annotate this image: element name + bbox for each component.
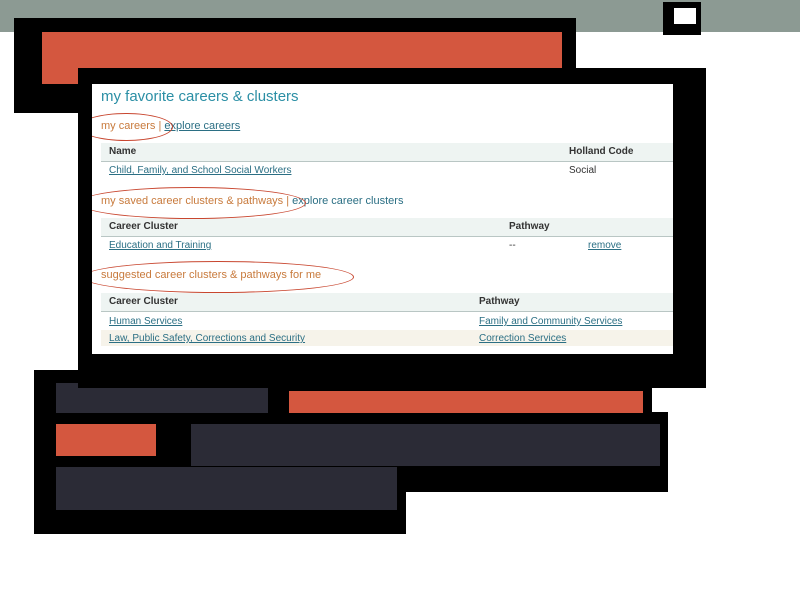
explore-clusters-link[interactable]: explore career clusters — [292, 195, 403, 207]
caption-block — [191, 424, 660, 466]
cluster-link[interactable]: Law, Public Safety, Corrections and Secu… — [109, 333, 305, 344]
cluster-link[interactable]: Education and Training — [109, 240, 211, 251]
cluster-link[interactable]: Human Services — [109, 316, 182, 327]
column-header-pathway: Pathway — [479, 296, 520, 307]
my-careers-table-header: Name Holland Code — [101, 143, 673, 162]
corner-square-inner — [674, 8, 696, 24]
pathway-value: -- — [509, 240, 516, 251]
column-header-name: Name — [109, 146, 137, 157]
table-row: Law, Public Safety, Corrections and Secu… — [101, 330, 673, 346]
annotation-ellipse — [92, 187, 306, 219]
column-header-holland-code: Holland Code — [569, 146, 634, 157]
table-row: Child, Family, and School Social Workers… — [101, 162, 673, 178]
annotation-ellipse — [92, 113, 173, 141]
column-header-pathway: Pathway — [509, 221, 550, 232]
pathway-link[interactable]: Correction Services — [479, 333, 566, 344]
annotation-ellipse — [92, 261, 354, 293]
table-row: Human Services Family and Community Serv… — [101, 313, 673, 329]
career-link[interactable]: Child, Family, and School Social Workers — [109, 165, 291, 176]
explore-careers-link[interactable]: explore careers — [164, 120, 240, 132]
holland-code-value: Social — [569, 165, 597, 176]
table-row: Education and Training -- remove — [101, 237, 673, 253]
suggested-clusters-table-header: Career Cluster Pathway — [101, 293, 673, 312]
column-header-career-cluster: Career Cluster — [109, 221, 178, 232]
remove-link[interactable]: remove — [588, 240, 621, 251]
pathway-link[interactable]: Family and Community Services — [479, 316, 622, 327]
page-title: my favorite careers & clusters — [101, 88, 299, 105]
caption-block — [56, 424, 156, 456]
favorites-panel: my favorite careers & clusters my career… — [92, 84, 673, 354]
caption-block — [289, 391, 643, 413]
saved-clusters-table-header: Career Cluster Pathway — [101, 218, 673, 237]
column-header-career-cluster: Career Cluster — [109, 296, 178, 307]
caption-block — [56, 467, 397, 510]
